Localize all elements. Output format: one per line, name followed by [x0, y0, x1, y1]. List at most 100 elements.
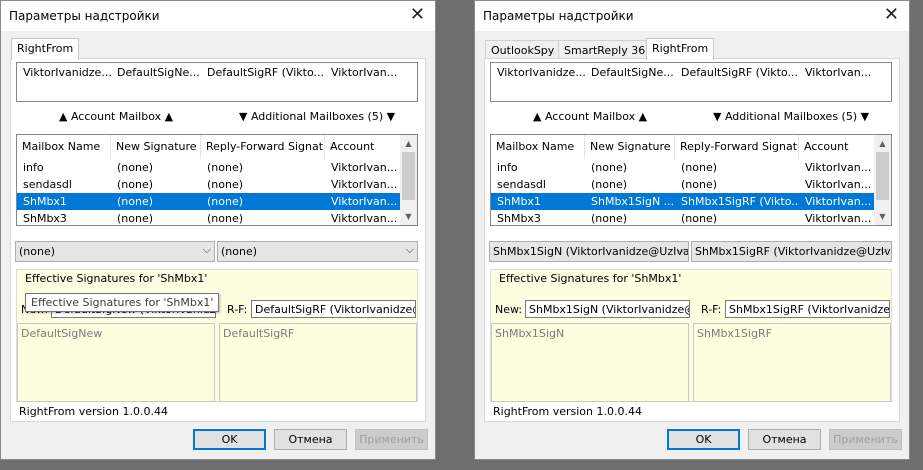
- rightfrom-panel: ViktorIvanidze... DefaultSigNe... Defaul…: [484, 58, 900, 422]
- cell-reply-forward: (none): [681, 212, 718, 225]
- effective-signatures-group: Effective Signatures for 'ShMbx1' New: D…: [16, 269, 418, 402]
- rf-signature-preview[interactable]: ShMbx1SigRF: [693, 323, 891, 402]
- rf-signature-field[interactable]: DefaultSigRF (ViktorIvanidze@: [251, 300, 416, 318]
- cell-account: ViktorIvan...: [331, 195, 398, 208]
- tab-rightfrom[interactable]: RightFrom: [11, 38, 80, 60]
- listview-header: Mailbox Name New Signature Reply-Forward…: [491, 135, 874, 159]
- chevron-down-icon: ⌵: [202, 243, 211, 256]
- table-row[interactable]: ShMbx3 (none) (none) ViktorIvan...: [491, 210, 874, 225]
- table-row-selected[interactable]: ShMbx1 (none) (none) ViktorIvan...: [17, 193, 400, 210]
- cell-account: ViktorIvan...: [805, 195, 872, 208]
- cell-new-signature: (none): [117, 178, 154, 191]
- chevron-down-icon: ⌵: [879, 243, 888, 256]
- group-title: Effective Signatures for 'ShMbx1': [496, 272, 685, 285]
- addin-settings-dialog-right: Параметры надстройки ✕ OutlookSpy SmartR…: [474, 0, 910, 460]
- reply-signature-select[interactable]: ShMbx1SigRF (ViktorIvanidze@UzIva ⌵: [691, 241, 892, 262]
- cell-mailbox-name: info: [23, 161, 44, 174]
- scrollbar-thumb[interactable]: [876, 152, 889, 200]
- new-signature-select[interactable]: ShMbx1SigN (ViktorIvanidze@UzIva ⌵: [489, 241, 689, 262]
- cell-account: ViktorIvan...: [805, 178, 872, 191]
- cell-new-signature: (none): [591, 161, 628, 174]
- column-header-mailbox-name[interactable]: Mailbox Name: [17, 135, 111, 159]
- table-row[interactable]: info (none) (none) ViktorIvan...: [491, 159, 874, 176]
- table-row[interactable]: info (none) (none) ViktorIvan...: [17, 159, 400, 176]
- effective-cell-new: DefaultSigNe...: [117, 66, 200, 79]
- additional-mailboxes-toggle[interactable]: ▼ Additional Mailboxes (5) ▼: [713, 110, 869, 123]
- cell-reply-forward: ShMbx1SigRF (Vikto...: [681, 195, 799, 208]
- apply-button[interactable]: Применить: [829, 429, 902, 450]
- column-header-new-signature[interactable]: New Signature: [585, 135, 675, 159]
- table-row[interactable]: sendasdl (none) (none) ViktorIvan...: [17, 176, 400, 193]
- effective-cell-new: DefaultSigNe...: [591, 66, 674, 79]
- new-signature-preview[interactable]: DefaultSigNew: [17, 323, 215, 402]
- listview-header: Mailbox Name New Signature Reply-Forward…: [17, 135, 400, 159]
- cell-mailbox-name: ShMbx3: [497, 212, 541, 225]
- effective-cell-rf: DefaultSigRF (Vikto...: [207, 66, 325, 79]
- version-label: RightFrom version 1.0.0.44: [493, 405, 642, 418]
- cell-reply-forward: (none): [207, 212, 244, 225]
- table-row[interactable]: ShMbx3 (none) (none) ViktorIvan...: [17, 210, 400, 225]
- rf-label: R-F:: [227, 303, 248, 316]
- column-header-reply-forward[interactable]: Reply-Forward Signat...: [201, 135, 325, 159]
- arrow-down-icon[interactable]: ▼: [874, 208, 891, 225]
- cancel-button[interactable]: Отмена: [274, 429, 347, 450]
- cell-account: ViktorIvan...: [331, 212, 398, 225]
- rf-signature-preview[interactable]: DefaultSigRF: [219, 323, 417, 402]
- ok-button[interactable]: OK: [667, 429, 740, 450]
- cell-account: ViktorIvan...: [805, 161, 872, 174]
- column-header-new-signature[interactable]: New Signature: [111, 135, 201, 159]
- cell-reply-forward: (none): [681, 178, 718, 191]
- tab-smartreply-365[interactable]: SmartReply 365: [558, 40, 659, 59]
- arrow-up-icon[interactable]: ▲: [400, 135, 417, 152]
- ok-button[interactable]: OK: [193, 429, 266, 450]
- account-mailbox-toggle[interactable]: ▲ Account Mailbox ▲: [533, 110, 647, 123]
- cell-mailbox-name: info: [497, 161, 518, 174]
- column-header-account[interactable]: Account: [325, 135, 401, 159]
- column-header-account[interactable]: Account: [799, 135, 875, 159]
- new-signature-select-value: (none): [19, 245, 56, 258]
- cell-mailbox-name: ShMbx3: [23, 212, 67, 225]
- cell-reply-forward: (none): [207, 178, 244, 191]
- addin-settings-dialog-left: Параметры надстройки ✕ RightFrom ViktorI…: [0, 0, 436, 460]
- close-icon[interactable]: ✕: [410, 5, 425, 25]
- cancel-button[interactable]: Отмена: [748, 429, 821, 450]
- reply-signature-select[interactable]: (none) ⌵: [217, 241, 418, 262]
- listview-scrollbar[interactable]: ▲ ▼: [400, 135, 417, 225]
- apply-button[interactable]: Применить: [355, 429, 428, 450]
- title-bar[interactable]: Параметры надстройки ✕: [475, 1, 909, 31]
- close-icon[interactable]: ✕: [884, 5, 899, 25]
- tab-rightfrom[interactable]: RightFrom: [646, 38, 715, 60]
- additional-mailboxes-toggle[interactable]: ▼ Additional Mailboxes (5) ▼: [239, 110, 395, 123]
- new-signature-field[interactable]: ShMbx1SigN (ViktorIvanidze@: [525, 300, 690, 318]
- dialog-title: Параметры надстройки: [483, 9, 634, 23]
- cell-new-signature: (none): [117, 161, 154, 174]
- new-signature-select-value: ShMbx1SigN (ViktorIvanidze@UzIva: [493, 245, 689, 258]
- cell-reply-forward: (none): [207, 161, 244, 174]
- mailbox-listview[interactable]: Mailbox Name New Signature Reply-Forward…: [490, 134, 892, 226]
- tab-outlookspy[interactable]: OutlookSpy: [485, 40, 561, 59]
- scrollbar-thumb[interactable]: [402, 152, 415, 200]
- cell-account: ViktorIvan...: [331, 161, 398, 174]
- arrow-down-icon[interactable]: ▼: [400, 208, 417, 225]
- new-signature-select[interactable]: (none) ⌵: [15, 241, 215, 262]
- cell-mailbox-name: sendasdl: [23, 178, 72, 191]
- reply-signature-select-value: ShMbx1SigRF (ViktorIvanidze@UzIva: [695, 245, 892, 258]
- effective-signatures-list[interactable]: ViktorIvanidze... DefaultSigNe... Defaul…: [16, 62, 418, 102]
- cell-reply-forward: (none): [681, 161, 718, 174]
- mailbox-listview[interactable]: Mailbox Name New Signature Reply-Forward…: [16, 134, 418, 226]
- column-header-reply-forward[interactable]: Reply-Forward Signat...: [675, 135, 799, 159]
- effective-cell-mailbox: ViktorIvanidze...: [23, 66, 111, 79]
- new-signature-preview[interactable]: ShMbx1SigN: [491, 323, 689, 402]
- title-bar[interactable]: Параметры надстройки ✕: [1, 1, 435, 31]
- arrow-up-icon[interactable]: ▲: [874, 135, 891, 152]
- effective-signatures-list[interactable]: ViktorIvanidze... DefaultSigNe... Defaul…: [490, 62, 892, 102]
- listview-scrollbar[interactable]: ▲ ▼: [874, 135, 891, 225]
- table-row[interactable]: sendasdl (none) (none) ViktorIvan...: [491, 176, 874, 193]
- column-header-mailbox-name[interactable]: Mailbox Name: [491, 135, 585, 159]
- table-row-selected[interactable]: ShMbx1 ShMbx1SigN ... ShMbx1SigRF (Vikto…: [491, 193, 874, 210]
- effective-cell-account: ViktorIvan...: [331, 66, 398, 79]
- rf-signature-field[interactable]: ShMbx1SigRF (ViktorIvanidze@: [725, 300, 890, 318]
- effective-cell-mailbox: ViktorIvanidze...: [497, 66, 585, 79]
- new-label: New:: [495, 303, 523, 316]
- account-mailbox-toggle[interactable]: ▲ Account Mailbox ▲: [59, 110, 173, 123]
